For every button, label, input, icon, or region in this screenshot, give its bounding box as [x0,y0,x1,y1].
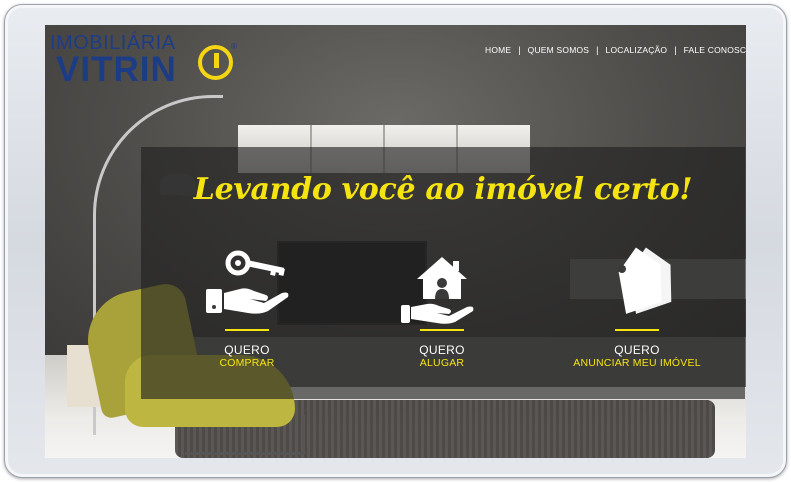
logo-dot [214,53,219,68]
nav-localizacao[interactable]: LOCALIZAÇÃO [606,45,668,55]
rent-underline [420,329,464,331]
hero-tagline: Levando você ao imóvel certo! [193,172,693,207]
nav-separator: | [518,45,521,55]
buy-line2: COMPRAR [219,357,275,369]
hand-with-key-icon [206,250,289,314]
nav-separator: | [674,45,677,55]
hand-with-house-icon [401,257,474,324]
armchair-leg [185,415,305,455]
nav-quem-somos[interactable]: QUEM SOMOS [528,45,590,55]
nav-fale-conosco[interactable]: FALE CONOSCO [684,45,746,55]
registered-mark: ® [231,42,237,51]
advertise-line2: ANUNCIAR MEU IMÓVEL [573,357,701,369]
main-nav: HOME | QUEM SOMOS | LOCALIZAÇÃO | FALE C… [485,45,746,55]
price-tags-icon [618,247,672,314]
buy-button[interactable]: QUERO COMPRAR [162,247,332,369]
nav-home[interactable]: HOME [485,45,511,55]
advertise-line1: QUERO [614,343,660,357]
nav-separator: | [596,45,599,55]
buy-line1: QUERO [224,343,270,357]
buy-underline [225,329,269,331]
logo-circle-icon [198,45,233,80]
rent-button[interactable]: QUERO ALUGAR [357,247,527,369]
website-screen: IMOBILIÁRIA VITRIN ® HOME | QUEM SOMOS |… [45,25,746,458]
rent-line2: ALUGAR [419,357,465,369]
advertise-underline [615,329,659,331]
advertise-property-button[interactable]: QUERO ANUNCIAR MEU IMÓVEL [552,247,722,369]
site-logo[interactable]: IMOBILIÁRIA VITRIN ® [50,32,250,92]
logo-main-text: VITRIN [56,50,177,89]
rent-line1: QUERO [419,343,465,357]
